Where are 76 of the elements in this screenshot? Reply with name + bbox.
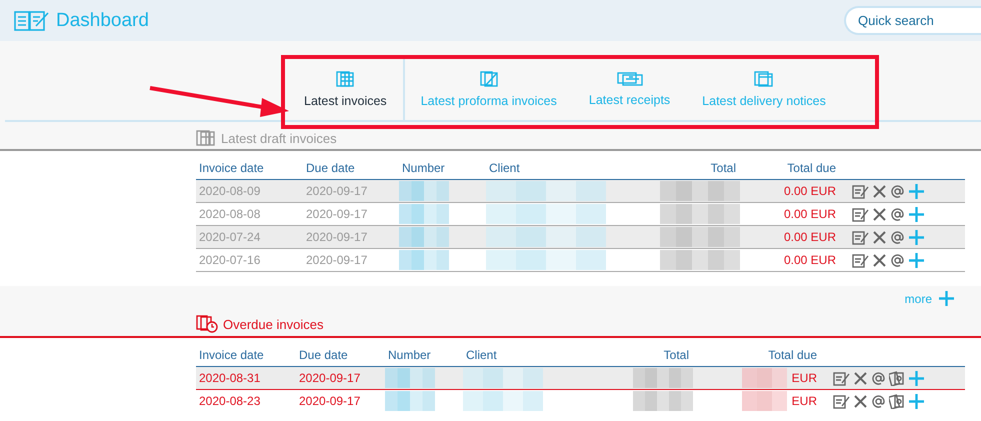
table-cell-text: EUR <box>790 394 818 408</box>
column-header: Due date <box>298 348 349 362</box>
blurred-redaction <box>742 391 787 411</box>
tab[interactable]: Latest invoices <box>288 58 405 120</box>
section-title: Latest draft invoices <box>221 130 337 146</box>
documents-icon <box>754 70 774 86</box>
at-sign-icon[interactable] <box>890 252 905 268</box>
table-cell-text: 2020-08-23 <box>198 394 262 408</box>
column-header: Invoice date <box>198 348 265 362</box>
table-cell-text: 0.00 EUR <box>782 253 837 267</box>
section-title: Overdue invoices <box>223 316 324 332</box>
blurred-redaction <box>399 227 449 247</box>
table-cell-text: 2020-09-17 <box>305 253 368 267</box>
column-header: Total due <box>786 161 837 175</box>
column-header: Number <box>401 161 446 175</box>
column-header: Invoice date <box>198 161 265 175</box>
close-icon[interactable] <box>853 394 868 408</box>
edit-icon[interactable] <box>833 370 850 386</box>
blurred-redaction <box>399 181 449 201</box>
table-cell-text: 2020-08-08 <box>198 207 262 221</box>
banknotes-icon[interactable] <box>889 394 905 408</box>
table-cell-text: 2020-09-17 <box>305 184 368 198</box>
close-icon[interactable] <box>872 252 887 268</box>
close-icon[interactable] <box>872 206 887 222</box>
more-link[interactable]: more <box>904 292 932 306</box>
table-cell-text: 2020-08-31 <box>198 371 262 385</box>
blurred-redaction <box>399 250 449 270</box>
at-sign-icon[interactable] <box>890 230 905 244</box>
blurred-redaction <box>633 368 693 388</box>
close-icon[interactable] <box>872 230 887 244</box>
at-sign-icon[interactable] <box>890 206 905 222</box>
edit-icon[interactable] <box>852 252 869 268</box>
column-header: Client <box>488 161 521 175</box>
at-sign-icon[interactable] <box>890 184 905 198</box>
search-field[interactable]: Quick search <box>844 6 981 35</box>
table-cell-text: 2020-09-17 <box>298 394 362 408</box>
close-icon[interactable] <box>872 184 887 198</box>
tab[interactable]: Latest proforma invoices <box>404 58 573 120</box>
table-cell-text: 2020-09-17 <box>305 207 368 221</box>
blurred-redaction <box>633 391 693 411</box>
column-header: Number <box>387 348 432 362</box>
tab[interactable]: Latest receipts <box>572 58 686 120</box>
column-header: Total <box>710 161 737 175</box>
column-header: Total <box>662 348 690 362</box>
column-header: Client <box>465 348 498 362</box>
table-cell-text: 2020-09-17 <box>305 230 368 244</box>
table-cell-text: EUR <box>790 371 818 385</box>
tab[interactable]: Latest delivery notices <box>686 58 842 120</box>
column-header: Total due <box>767 348 818 362</box>
blurred-redaction <box>742 368 787 388</box>
table-cell-text: 0.00 EUR <box>782 207 837 221</box>
at-sign-icon[interactable] <box>871 370 886 386</box>
receipts-icon <box>616 72 643 86</box>
edit-icon[interactable] <box>852 206 869 222</box>
documents-icon <box>336 70 354 86</box>
edit-icon[interactable] <box>833 394 850 408</box>
edit-icon[interactable] <box>852 230 869 244</box>
blurred-redaction <box>399 204 449 224</box>
at-sign-icon[interactable] <box>871 394 886 408</box>
blurred-redaction <box>385 368 435 388</box>
banknotes-icon[interactable] <box>889 370 905 386</box>
close-icon[interactable] <box>853 370 868 386</box>
table-cell-text: 2020-07-24 <box>198 230 262 244</box>
table-cell-text: 2020-08-09 <box>198 184 262 198</box>
blurred-redaction <box>385 391 435 411</box>
page-title: Dashboard <box>56 10 149 32</box>
notebook-icon <box>14 10 50 32</box>
overdue-documents-icon <box>196 315 218 333</box>
table-cell-text: 0.00 EUR <box>782 230 837 244</box>
table-cell-text: 2020-07-16 <box>198 253 262 267</box>
column-header: Due date <box>305 161 356 175</box>
documents-icon <box>196 130 216 146</box>
documents-icon <box>480 70 498 86</box>
table-cell-text: 0.00 EUR <box>782 184 837 198</box>
edit-icon[interactable] <box>852 184 869 198</box>
table-cell-text: 2020-09-17 <box>298 371 362 385</box>
